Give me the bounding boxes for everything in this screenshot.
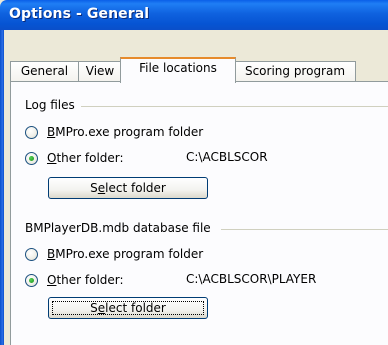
tab-general[interactable]: General (10, 61, 79, 81)
window-frame-left (0, 30, 4, 345)
radio-dot-icon (29, 278, 34, 283)
log-files-group-label: Log files (25, 98, 79, 112)
file-locations-panel: Log files BMPro.exe program folder Other… (10, 81, 388, 345)
db-file-group-label: BMPlayerDB.mdb database file (25, 221, 215, 235)
radio-button-icon (25, 126, 38, 139)
tab-scoring-program-label: Scoring program (244, 64, 346, 78)
radio-button-selected-icon (25, 274, 38, 287)
tab-scoring-program[interactable]: Scoring program (234, 61, 356, 81)
db-program-accel: B (47, 247, 56, 261)
tab-view[interactable]: View (78, 61, 122, 81)
title-bar[interactable]: Options - General (0, 0, 388, 30)
db-select-folder-button[interactable]: Select folder (48, 297, 208, 319)
log-other-label: ther folder: (56, 151, 124, 165)
tab-view-label: View (85, 64, 115, 78)
db-other-label: ther folder: (56, 273, 124, 287)
log-program-accel: B (47, 125, 56, 139)
options-window: Options - General General View File loca… (0, 0, 388, 345)
log-folder-path: C:\ACBLSCOR (186, 150, 268, 164)
radio-button-icon (25, 248, 38, 261)
db-file-group-line (221, 229, 388, 230)
db-folder-path: C:\ACBLSCOR\PLAYER (186, 272, 317, 286)
log-program-label: MPro.exe program folder (55, 125, 204, 139)
radio-dot-icon (29, 156, 34, 161)
radio-button-selected-icon (25, 152, 38, 165)
tab-general-label: General (20, 64, 69, 78)
log-files-group-line (81, 106, 388, 107)
log-select-pre: S (90, 181, 98, 195)
log-select-rest: lect folder (105, 181, 166, 195)
log-select-folder-button[interactable]: Select folder (48, 177, 208, 199)
db-program-label: MPro.exe program folder (55, 247, 204, 261)
tab-file-locations[interactable]: File locations (120, 57, 236, 83)
focus-rectangle (52, 301, 204, 315)
tab-file-locations-label: File locations (139, 61, 217, 75)
window-title: Options - General (9, 6, 150, 22)
